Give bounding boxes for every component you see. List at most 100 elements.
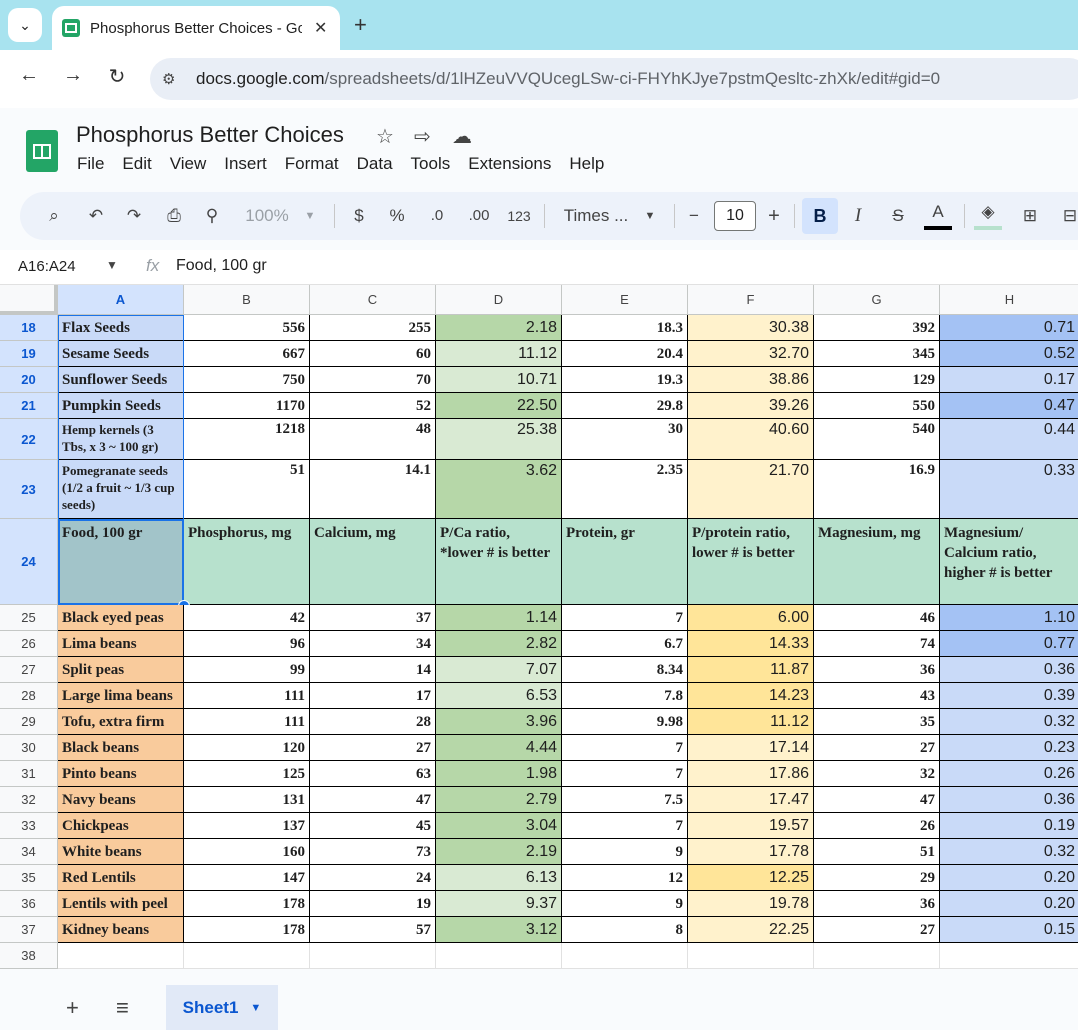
menu-data[interactable]: Data [357,154,393,174]
value-cell-f[interactable]: 6.00 [688,605,814,631]
value-cell-c[interactable]: 47 [310,787,436,813]
header-cell-g[interactable]: Magnesium, mg [814,519,940,605]
value-cell-e[interactable]: 29.8 [562,393,688,419]
row-header[interactable]: 18 [0,315,58,341]
value-cell-e[interactable]: 18.3 [562,315,688,341]
value-cell-e[interactable]: 20.4 [562,341,688,367]
value-cell-e[interactable]: 9.98 [562,709,688,735]
value-cell-e[interactable]: 7 [562,813,688,839]
empty-cell[interactable] [688,943,814,969]
food-name-cell[interactable]: Kidney beans [58,917,184,943]
empty-cell[interactable] [562,943,688,969]
value-cell-e[interactable]: 8 [562,917,688,943]
food-name-cell[interactable]: Flax Seeds [58,315,184,341]
value-cell-e[interactable]: 7.8 [562,683,688,709]
column-header-d[interactable]: D [436,285,562,315]
font-chevron-down-icon[interactable]: ▼ [642,192,658,240]
menu-file[interactable]: File [77,154,104,174]
value-cell-c[interactable]: 48 [310,419,436,460]
empty-cell[interactable] [436,943,562,969]
value-cell-h[interactable]: 0.23 [940,735,1078,761]
empty-cell[interactable] [310,943,436,969]
row-header[interactable]: 35 [0,865,58,891]
value-cell-e[interactable]: 9 [562,891,688,917]
menu-extensions[interactable]: Extensions [468,154,551,174]
value-cell-f[interactable]: 21.70 [688,460,814,519]
value-cell-d[interactable]: 6.13 [436,865,562,891]
food-name-cell[interactable]: Large lima beans [58,683,184,709]
value-cell-d[interactable]: 25.38 [436,419,562,460]
value-cell-h[interactable]: 0.52 [940,341,1078,367]
value-cell-f[interactable]: 11.87 [688,657,814,683]
header-cell-d[interactable]: P/Ca ratio, *lower # is better [436,519,562,605]
value-cell-c[interactable]: 34 [310,631,436,657]
row-header[interactable]: 19 [0,341,58,367]
value-cell-g[interactable]: 129 [814,367,940,393]
value-cell-f[interactable]: 39.26 [688,393,814,419]
value-cell-f[interactable]: 22.25 [688,917,814,943]
food-name-cell[interactable]: Lentils with peel [58,891,184,917]
value-cell-f[interactable]: 40.60 [688,419,814,460]
sheets-logo-icon[interactable] [26,130,58,172]
value-cell-g[interactable]: 550 [814,393,940,419]
value-cell-g[interactable]: 540 [814,419,940,460]
value-cell-g[interactable]: 392 [814,315,940,341]
value-cell-h[interactable]: 0.20 [940,865,1078,891]
column-header-b[interactable]: B [184,285,310,315]
select-all-corner[interactable] [0,285,58,315]
value-cell-c[interactable]: 24 [310,865,436,891]
value-cell-g[interactable]: 32 [814,761,940,787]
value-cell-d[interactable]: 10.71 [436,367,562,393]
header-cell-c[interactable]: Calcium, mg [310,519,436,605]
menu-view[interactable]: View [170,154,207,174]
star-icon[interactable]: ☆ [376,124,394,149]
value-cell-g[interactable]: 16.9 [814,460,940,519]
value-cell-e[interactable]: 7 [562,605,688,631]
row-header[interactable]: 37 [0,917,58,943]
value-cell-h[interactable]: 0.15 [940,917,1078,943]
fill-color-icon[interactable]: ◈ [974,192,1002,230]
row-header[interactable]: 26 [0,631,58,657]
value-cell-h[interactable]: 0.20 [940,891,1078,917]
food-name-cell[interactable]: Pumpkin Seeds [58,393,184,419]
value-cell-c[interactable]: 17 [310,683,436,709]
value-cell-g[interactable]: 51 [814,839,940,865]
strikethrough-icon[interactable]: S [886,192,910,240]
food-name-cell[interactable]: Black beans [58,735,184,761]
value-cell-g[interactable]: 29 [814,865,940,891]
value-cell-d[interactable]: 2.79 [436,787,562,813]
value-cell-h[interactable]: 0.33 [940,460,1078,519]
value-cell-c[interactable]: 63 [310,761,436,787]
value-cell-h[interactable]: 0.77 [940,631,1078,657]
value-cell-f[interactable]: 30.38 [688,315,814,341]
value-cell-f[interactable]: 11.12 [688,709,814,735]
column-header-f[interactable]: F [688,285,814,315]
value-cell-d[interactable]: 4.44 [436,735,562,761]
row-header[interactable]: 23 [0,460,58,519]
row-header[interactable]: 22 [0,419,58,460]
value-cell-h[interactable]: 0.71 [940,315,1078,341]
food-name-cell[interactable]: Red Lentils [58,865,184,891]
value-cell-f[interactable]: 38.86 [688,367,814,393]
food-name-cell[interactable]: Pinto beans [58,761,184,787]
increase-font-size-button[interactable]: + [762,192,786,240]
column-header-e[interactable]: E [562,285,688,315]
column-header-g[interactable]: G [814,285,940,315]
value-cell-g[interactable]: 43 [814,683,940,709]
empty-cell[interactable] [814,943,940,969]
value-cell-c[interactable]: 70 [310,367,436,393]
row-header[interactable]: 25 [0,605,58,631]
row-header[interactable]: 34 [0,839,58,865]
all-sheets-list-icon[interactable]: ≡ [116,995,129,1021]
menu-edit[interactable]: Edit [122,154,151,174]
number-format-button[interactable]: 123 [504,192,534,240]
value-cell-e[interactable]: 19.3 [562,367,688,393]
formula-input[interactable]: Food, 100 gr [176,257,267,275]
browser-tab[interactable]: Phosphorus Better Choices - Go ✕ [52,6,340,50]
value-cell-h[interactable]: 1.10 [940,605,1078,631]
value-cell-f[interactable]: 17.14 [688,735,814,761]
food-name-cell[interactable]: Hemp kernels (3 Tbs, x 3 ~ 100 gr) [58,419,184,460]
value-cell-g[interactable]: 27 [814,735,940,761]
sheet-tab-chevron-down-icon[interactable]: ▼ [250,1002,261,1014]
value-cell-b[interactable]: 42 [184,605,310,631]
